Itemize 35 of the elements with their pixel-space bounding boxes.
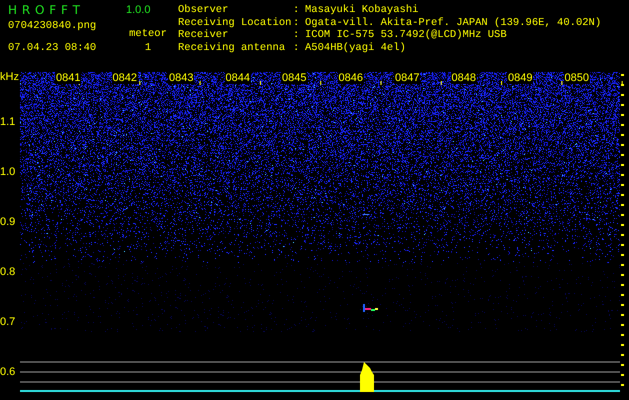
field-value: A504HB(yagi 4el) bbox=[305, 42, 407, 54]
frequency-label: 0.8 bbox=[0, 265, 16, 280]
frequency-label: 0.6 bbox=[0, 365, 16, 380]
frequency-label: 1.1 bbox=[0, 115, 16, 130]
version-label: 1.0.0 bbox=[126, 4, 150, 16]
separator: : bbox=[293, 29, 300, 42]
frequency-label: 0.7 bbox=[0, 315, 16, 330]
time-label: 0847 bbox=[394, 72, 420, 84]
frequency-label: 0.9 bbox=[0, 215, 16, 230]
time-label: 0846 bbox=[338, 72, 364, 84]
count-label: meteor bbox=[129, 28, 167, 40]
field-label: Receiving Location bbox=[178, 16, 292, 29]
field-label: Receiving antenna bbox=[178, 42, 286, 54]
time-label: 0850 bbox=[564, 72, 590, 84]
separator: : bbox=[293, 42, 300, 54]
file-name: 0704230840.png bbox=[8, 20, 98, 32]
separator: : bbox=[293, 16, 300, 29]
field-value: Masayuki Kobayashi bbox=[305, 4, 420, 16]
field-label: Observer bbox=[178, 4, 230, 16]
meteor-count: 1 bbox=[144, 42, 152, 54]
date-time: 07.04.23 08:40 bbox=[8, 42, 98, 54]
app-title: H R O F F T bbox=[8, 3, 81, 17]
time-label: 0849 bbox=[507, 72, 534, 84]
time-label: 0843 bbox=[168, 72, 194, 84]
unit-label: kHz bbox=[0, 72, 20, 85]
time-label: 0845 bbox=[281, 72, 308, 84]
time-label: 0848 bbox=[450, 72, 477, 84]
field-value: Ogata-vill. Akita-Pref. JAPAN (139.96E, 40.02N) bbox=[305, 16, 602, 29]
separator: : bbox=[293, 4, 300, 16]
time-label: 0842 bbox=[112, 72, 138, 84]
time-label: 0844 bbox=[224, 72, 251, 84]
frequency-label: 1.0 bbox=[0, 165, 16, 180]
time-label: 0841 bbox=[55, 72, 82, 84]
field-label: Receiver bbox=[178, 29, 230, 42]
field-value: ICOM IC-575 53.7492(@LCD)MHz USB bbox=[305, 29, 508, 42]
